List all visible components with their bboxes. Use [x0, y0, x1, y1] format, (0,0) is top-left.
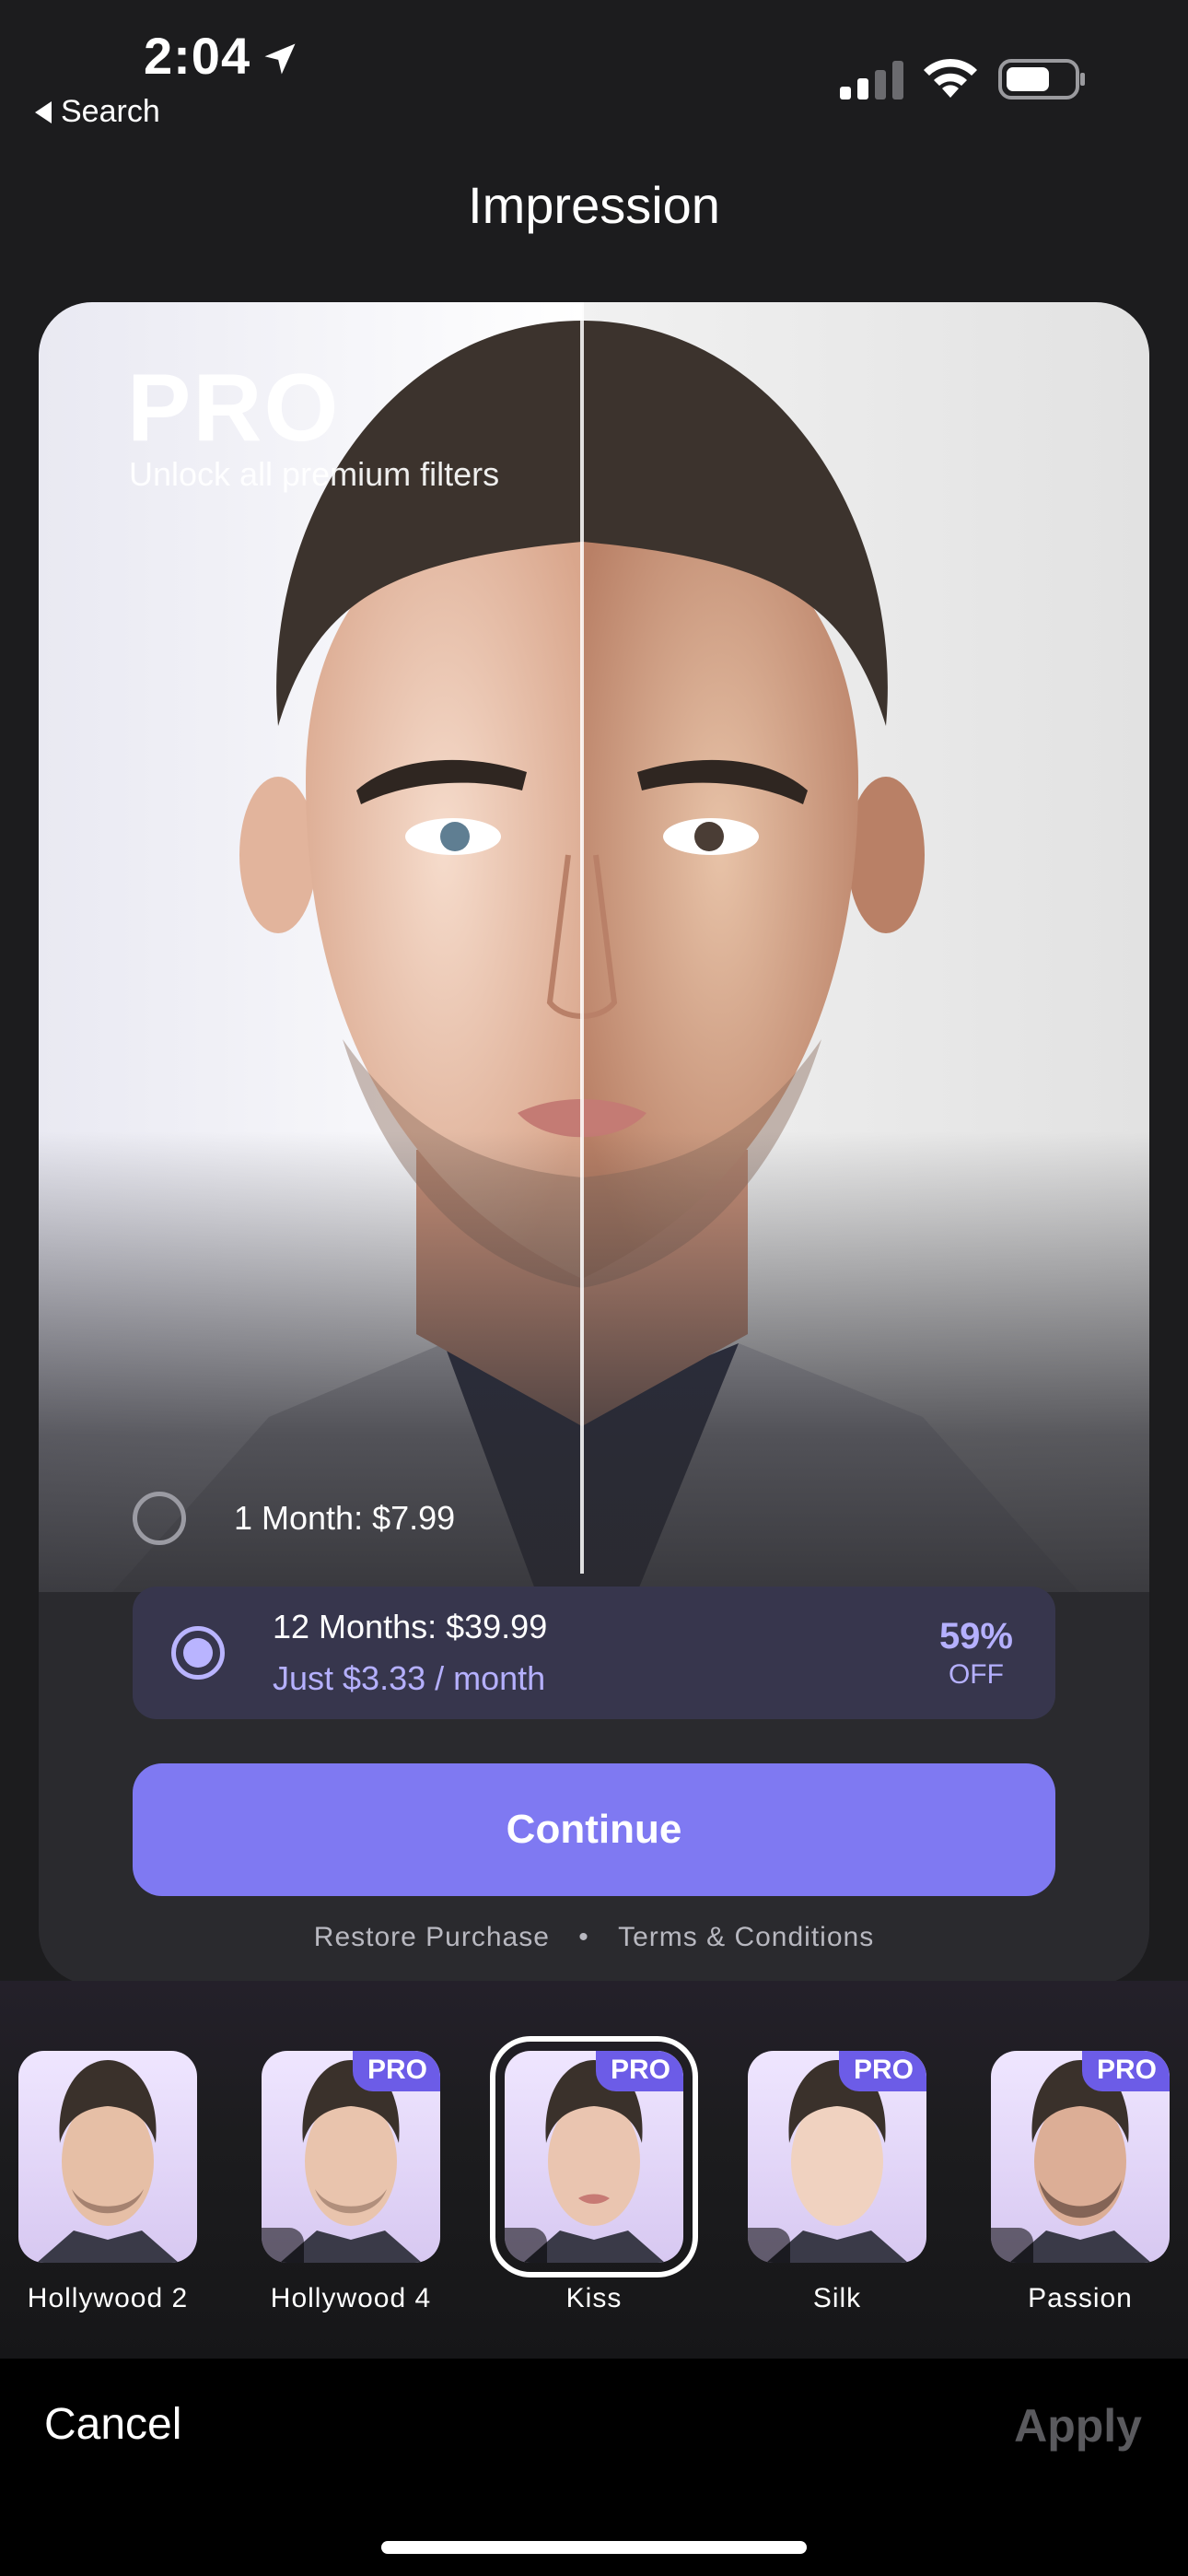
face-thumbnail-image [37, 2060, 179, 2263]
location-arrow-icon [264, 43, 296, 75]
continue-button[interactable]: Continue [133, 1763, 1055, 1896]
plan-option-monthly[interactable]: 1 Month: $7.99 [133, 1472, 1054, 1564]
signal-bars-icon [748, 2228, 790, 2263]
pro-badge: PRO [352, 2051, 440, 2091]
back-label: Search [61, 94, 160, 129]
plan-monthly-label: 1 Month: $7.99 [234, 1499, 456, 1537]
filter-item-silk[interactable]: PRO Silk [748, 2051, 926, 2314]
back-triangle-icon [35, 100, 52, 123]
radio-dot [183, 1638, 213, 1668]
bottom-action-bar: Cancel Apply [0, 2359, 1188, 2576]
signal-bars-icon [262, 2228, 304, 2263]
link-separator: • [578, 1922, 589, 1952]
pro-subtitle: Unlock all premium filters [129, 455, 500, 493]
filter-label: Passion [1028, 2283, 1133, 2313]
radio-unselected[interactable] [133, 1492, 186, 1545]
plan-yearly-text: 12 Months: $39.99 Just $3.33 / month [273, 1608, 547, 1698]
before-after-slider[interactable] [580, 302, 584, 1574]
cancel-button[interactable]: Cancel [44, 2399, 181, 2450]
apply-button[interactable]: Apply [1014, 2399, 1142, 2453]
battery-icon [998, 59, 1085, 100]
pro-badge: PRO [595, 2051, 683, 2091]
filter-item-hollywood-2[interactable]: Hollywood 2 [18, 2051, 197, 2314]
filter-thumbnail-selected[interactable]: PRO [490, 2036, 698, 2277]
discount-percent: 59% [938, 1616, 1013, 1657]
signal-bars-icon [505, 2228, 547, 2263]
filter-label: Silk [812, 2283, 862, 2313]
page-title: Impression [468, 176, 720, 234]
plan-option-yearly[interactable]: 12 Months: $39.99 Just $3.33 / month 59%… [133, 1587, 1055, 1719]
signal-bars-icon [991, 2228, 1033, 2263]
filter-thumbnail[interactable]: PRO [991, 2051, 1170, 2263]
discount-badge: 59% OFF [939, 1616, 1013, 1691]
filter-label: Hollywood 4 [270, 2283, 432, 2313]
filter-item-hollywood-4[interactable]: PRO Hollywood 4 [262, 2051, 440, 2314]
home-indicator[interactable] [381, 2541, 807, 2554]
pro-badge: PRO [1081, 2051, 1170, 2091]
filter-thumbnail[interactable]: PRO [262, 2051, 440, 2263]
pro-badge: PRO [838, 2051, 926, 2091]
wifi-icon [924, 58, 977, 98]
filter-thumbnail[interactable]: PRO [748, 2051, 926, 2263]
plan-yearly-sublabel: Just $3.33 / month [273, 1659, 546, 1697]
status-bar: 2:04 Search [0, 0, 1188, 138]
pro-title: PRO [127, 355, 341, 462]
restore-purchase-link[interactable]: Restore Purchase [314, 1922, 550, 1953]
footer-links: Restore Purchase • Terms & Conditions [39, 1922, 1149, 1953]
cellular-signal-icon [840, 61, 903, 100]
status-time: 2:04 [144, 27, 251, 85]
radio-selected[interactable] [171, 1626, 225, 1680]
filter-label: Hollywood 2 [27, 2283, 189, 2313]
back-to-search-link[interactable]: Search [35, 94, 160, 130]
filter-thumbnail[interactable] [18, 2051, 197, 2263]
filter-item-kiss[interactable]: PRO Kiss [490, 2036, 698, 2314]
discount-off-label: OFF [948, 1659, 1004, 1690]
plan-yearly-label: 12 Months: $39.99 [273, 1608, 548, 1645]
terms-link[interactable]: Terms & Conditions [618, 1922, 874, 1953]
filter-label: Kiss [565, 2283, 623, 2313]
filter-item-passion[interactable]: PRO Passion [991, 2051, 1170, 2314]
pro-paywall-card: PRO Unlock all premium filters 1 Month: … [39, 302, 1149, 1985]
